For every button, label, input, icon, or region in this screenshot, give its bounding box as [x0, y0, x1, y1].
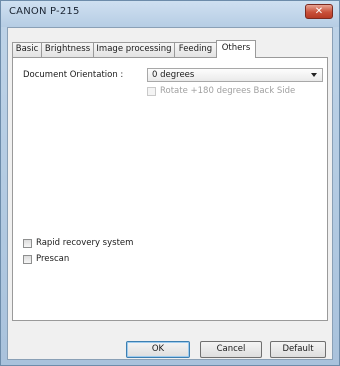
- title-bar: CANON P-215 ✕: [1, 1, 339, 27]
- tab-image-processing[interactable]: Image processing: [93, 42, 175, 57]
- document-orientation-label: Document Orientation :: [23, 70, 124, 80]
- document-orientation-value: 0 degrees: [152, 70, 195, 80]
- prescan-label: Prescan: [36, 254, 70, 264]
- chevron-down-icon: [311, 73, 317, 77]
- close-button[interactable]: ✕: [305, 4, 333, 19]
- rapid-recovery-option[interactable]: Rapid recovery system: [23, 238, 163, 250]
- scanner-settings-dialog: CANON P-215 ✕ Basic Brightness Image pro…: [0, 0, 340, 366]
- document-orientation-select[interactable]: 0 degrees: [147, 68, 323, 82]
- rotate-back-side-label: Rotate +180 degrees Back Side: [160, 86, 296, 96]
- tab-others[interactable]: Others: [216, 40, 256, 58]
- rapid-recovery-label: Rapid recovery system: [36, 238, 134, 248]
- ok-button[interactable]: OK: [126, 341, 190, 358]
- others-panel: Document Orientation : 0 degrees Rotate …: [12, 57, 328, 321]
- close-icon: ✕: [314, 6, 324, 17]
- rapid-recovery-checkbox[interactable]: [23, 239, 32, 248]
- cancel-button[interactable]: Cancel: [200, 341, 262, 358]
- rotate-back-side-option[interactable]: Rotate +180 degrees Back Side: [147, 86, 323, 98]
- default-button[interactable]: Default: [270, 341, 326, 358]
- prescan-option[interactable]: Prescan: [23, 254, 103, 266]
- prescan-checkbox[interactable]: [23, 255, 32, 264]
- dialog-body: Basic Brightness Image processing Feedin…: [7, 27, 333, 360]
- tab-feeding[interactable]: Feeding: [174, 42, 217, 57]
- tab-basic[interactable]: Basic: [12, 42, 42, 57]
- rotate-back-side-checkbox[interactable]: [147, 87, 156, 96]
- tab-brightness[interactable]: Brightness: [41, 42, 94, 57]
- window-title: CANON P-215: [9, 6, 80, 17]
